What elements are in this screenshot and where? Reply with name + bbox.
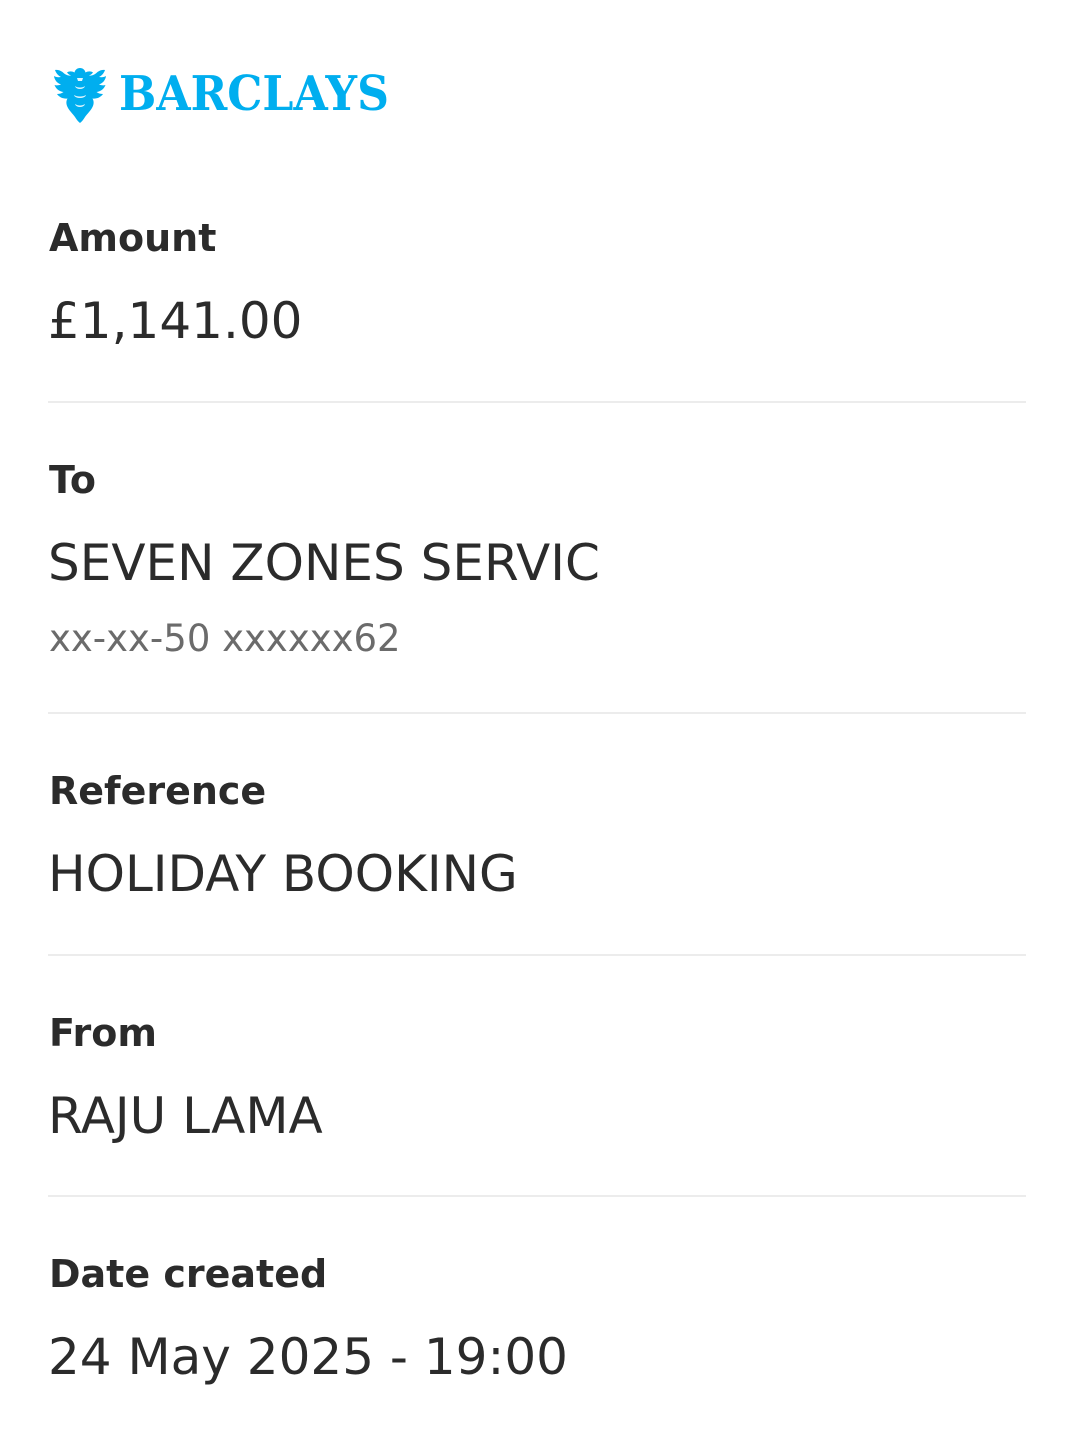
divider — [48, 954, 1026, 956]
to-label: To — [49, 458, 96, 502]
brand-wordmark: BARCLAYS — [119, 66, 389, 122]
amount-value: £1,141.00 — [48, 292, 303, 350]
date-created-label: Date created — [49, 1252, 328, 1296]
barclays-logo: BARCLAYS — [53, 64, 412, 124]
from-value: RAJU LAMA — [48, 1087, 323, 1145]
divider — [48, 712, 1026, 714]
divider — [48, 401, 1026, 403]
reference-label: Reference — [49, 769, 267, 813]
date-created-value: 24 May 2025 - 19:00 — [48, 1328, 568, 1386]
amount-label: Amount — [49, 216, 217, 260]
eagle-logo-icon — [54, 68, 106, 123]
payee-account-number: xx-xx-50 xxxxxx62 — [49, 617, 401, 660]
payee-name: SEVEN ZONES SERVIC — [48, 534, 600, 592]
reference-value: HOLIDAY BOOKING — [48, 845, 518, 903]
from-label: From — [49, 1011, 157, 1055]
divider — [48, 1195, 1026, 1197]
